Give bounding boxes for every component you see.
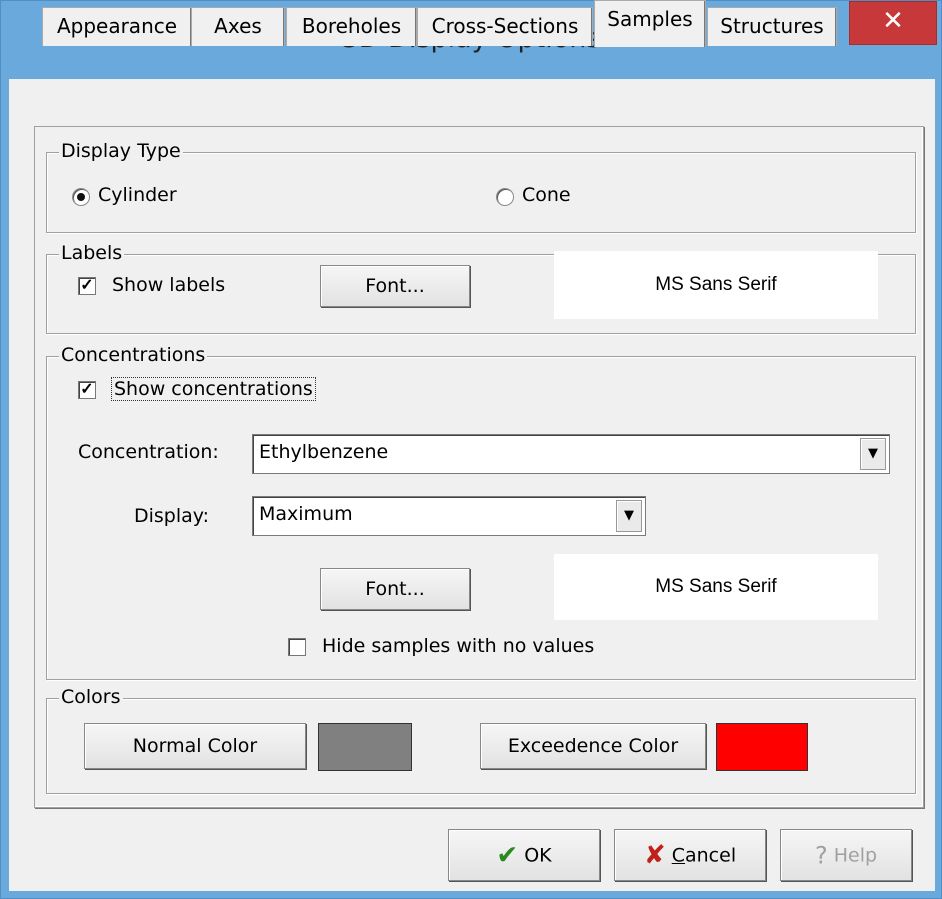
show-labels-checkbox[interactable]: ✓ (78, 277, 96, 295)
show-concentrations-label[interactable]: Show concentrations (111, 377, 316, 401)
tab-samples[interactable]: Samples (594, 0, 706, 47)
tab-appearance[interactable]: Appearance (42, 7, 192, 46)
show-concentrations-checkbox[interactable]: ✓ (78, 381, 96, 399)
chevron-down-icon[interactable]: ▼ (860, 438, 886, 470)
ok-button[interactable]: ✔ OK (448, 829, 600, 881)
labels-font-preview: MS Sans Serif (554, 251, 878, 319)
close-button[interactable]: ✕ (849, 1, 937, 45)
tab-cross-sections[interactable]: Cross-Sections (417, 7, 593, 46)
display-label: Display: (134, 505, 210, 527)
checkmark-icon: ✔ (496, 840, 519, 871)
concentrations-font-button[interactable]: Font... (320, 568, 470, 610)
cancel-label: Cancel (672, 845, 736, 867)
cone-radio[interactable] (496, 188, 514, 206)
cone-label[interactable]: Cone (522, 184, 571, 206)
help-label: Help (833, 844, 878, 867)
colors-group-label: Colors (59, 686, 123, 708)
close-icon: ✕ (882, 6, 904, 36)
cancel-accelerator: C (671, 844, 685, 867)
show-labels-label[interactable]: Show labels (112, 274, 225, 296)
display-value: Maximum (259, 503, 353, 525)
display-type-label: Display Type (59, 140, 183, 162)
tab-axes[interactable]: Axes (191, 7, 285, 46)
cancel-x-icon: ✘ (643, 840, 666, 871)
display-select[interactable]: Maximum ▼ (252, 496, 646, 536)
exceedence-color-button[interactable]: Exceedence Color (480, 723, 706, 769)
cancel-button[interactable]: ✘ Cancel (614, 829, 766, 881)
help-button[interactable]: ? Help (780, 829, 912, 881)
normal-color-swatch[interactable] (318, 723, 412, 771)
cancel-rest: ancel (685, 844, 737, 867)
concentration-label: Concentration: (78, 441, 219, 463)
concentrations-font-preview: MS Sans Serif (554, 554, 878, 620)
cylinder-radio[interactable] (72, 188, 90, 206)
hide-samples-label[interactable]: Hide samples with no values (322, 635, 594, 657)
hide-samples-checkbox[interactable] (288, 638, 306, 656)
exceedence-color-swatch[interactable] (716, 723, 808, 771)
tab-structures[interactable]: Structures (707, 7, 837, 46)
help-icon: ? (814, 841, 828, 870)
concentration-value: Ethylbenzene (259, 441, 389, 463)
cylinder-label[interactable]: Cylinder (98, 184, 177, 206)
labels-group-label: Labels (59, 242, 125, 264)
concentration-select[interactable]: Ethylbenzene ▼ (252, 434, 890, 474)
ok-label: OK (524, 844, 552, 867)
tab-boreholes[interactable]: Boreholes (286, 7, 417, 46)
concentrations-group-label: Concentrations (59, 344, 208, 366)
chevron-down-icon[interactable]: ▼ (616, 500, 642, 532)
normal-color-button[interactable]: Normal Color (84, 723, 306, 769)
labels-font-button[interactable]: Font... (320, 265, 470, 307)
